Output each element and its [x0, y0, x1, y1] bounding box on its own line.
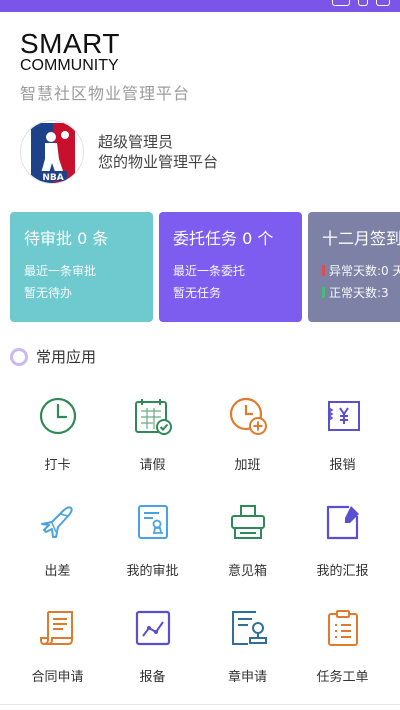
card-title: 十二月签到: [322, 229, 400, 248]
nba-logo-icon: NBA: [31, 123, 75, 183]
delegated-task-card[interactable]: 委托任务 0 个 最近一条委托 暂无任务: [159, 212, 302, 322]
app-label: 我的审批: [126, 564, 179, 579]
app-contract-request[interactable]: 合同申请: [10, 600, 105, 690]
task-clipboard-icon: [327, 610, 358, 646]
app-label: 意见箱: [227, 564, 267, 579]
app-label: 加班: [234, 458, 261, 473]
app-label: 合同申请: [31, 670, 84, 685]
summary-cards: 待审批 0 条 最近一条审批 暂无待办 委托任务 0 个 最近一条委托 暂无任务…: [10, 212, 400, 322]
contract-scroll-icon: [39, 611, 73, 646]
section-title: 常用应用: [36, 348, 97, 366]
brand-subtitle: COMMUNITY: [20, 57, 119, 74]
bottom-divider: [0, 704, 400, 705]
normal-marker: [322, 287, 325, 298]
abnormal-days: 异常天数:0 天: [322, 260, 400, 282]
app-filing[interactable]: 报备: [105, 600, 200, 690]
app-overtime[interactable]: 加班: [200, 388, 295, 478]
note-edit-icon: [326, 505, 359, 540]
normal-days-text: 正常天数:3: [329, 286, 389, 300]
card-line: 最近一条委托: [173, 264, 246, 278]
card-line: 暂无任务: [173, 286, 222, 300]
section-dot-icon: [10, 347, 28, 366]
abnormal-marker: [322, 265, 325, 276]
app-my-reports[interactable]: 我的汇报: [295, 494, 390, 584]
airplane-icon: [40, 506, 73, 538]
brand-tagline: 智慧社区物业管理平台: [20, 84, 191, 103]
normal-days: 正常天数:3: [322, 282, 400, 304]
card-title: 委托任务 0 个: [173, 229, 274, 248]
profile-name: 超级管理员: [98, 133, 174, 151]
checkin-card[interactable]: 十二月签到 异常天数:0 天 正常天数:3: [308, 212, 400, 322]
app-leave[interactable]: 请假: [105, 388, 200, 478]
app-clock-in[interactable]: 打卡: [10, 388, 105, 478]
app-label: 出差: [44, 564, 71, 579]
app-seal-request[interactable]: 章申请: [200, 600, 295, 690]
app-business-trip[interactable]: 出差: [10, 494, 105, 584]
app-label: 我的汇报: [316, 564, 369, 579]
app-label: 请假: [139, 458, 166, 473]
report-chart-icon: [135, 610, 170, 646]
clock-icon: [39, 397, 76, 435]
printer-box-icon: [230, 505, 265, 539]
card-line: 暂无待办: [24, 286, 73, 300]
receipt-yen-icon: [327, 401, 360, 431]
app-my-approvals[interactable]: 我的审批: [105, 494, 200, 584]
card-line: 最近一条审批: [24, 264, 97, 278]
avatar[interactable]: NBA: [20, 120, 84, 184]
app-reimbursement[interactable]: 报销: [295, 388, 390, 478]
brand-header: SMART COMMUNITY 智慧社区物业管理平台: [20, 30, 190, 104]
approval-document-icon: [137, 505, 168, 539]
wifi-icon: [376, 0, 390, 6]
app-label: 任务工单: [316, 670, 369, 685]
calendar-check-icon: [134, 399, 172, 435]
pending-approval-card[interactable]: 待审批 0 条 最近一条审批 暂无待办: [10, 212, 153, 322]
app-label: 章申请: [227, 670, 267, 685]
svg-text:NBA: NBA: [42, 173, 63, 183]
app-label: 报销: [329, 458, 356, 473]
brand-title: SMART: [20, 28, 120, 59]
app-label: 报备: [139, 670, 166, 685]
user-profile[interactable]: NBA 超级管理员 您的物业管理平台: [20, 120, 218, 184]
profile-description: 您的物业管理平台: [98, 153, 219, 171]
signal-icon: [358, 0, 368, 6]
app-suggestion-box[interactable]: 意见箱: [200, 494, 295, 584]
app-task-ticket[interactable]: 任务工单: [295, 600, 390, 690]
app-label: 打卡: [44, 458, 71, 473]
overtime-clock-icon: [229, 397, 267, 435]
common-apps-header: 常用应用: [10, 346, 96, 367]
status-bar: [0, 0, 400, 12]
seal-stamp-icon: [231, 611, 267, 645]
abnormal-days-text: 异常天数:0 天: [329, 264, 400, 278]
battery-icon: [332, 0, 350, 6]
card-title: 待审批 0 条: [24, 229, 109, 248]
